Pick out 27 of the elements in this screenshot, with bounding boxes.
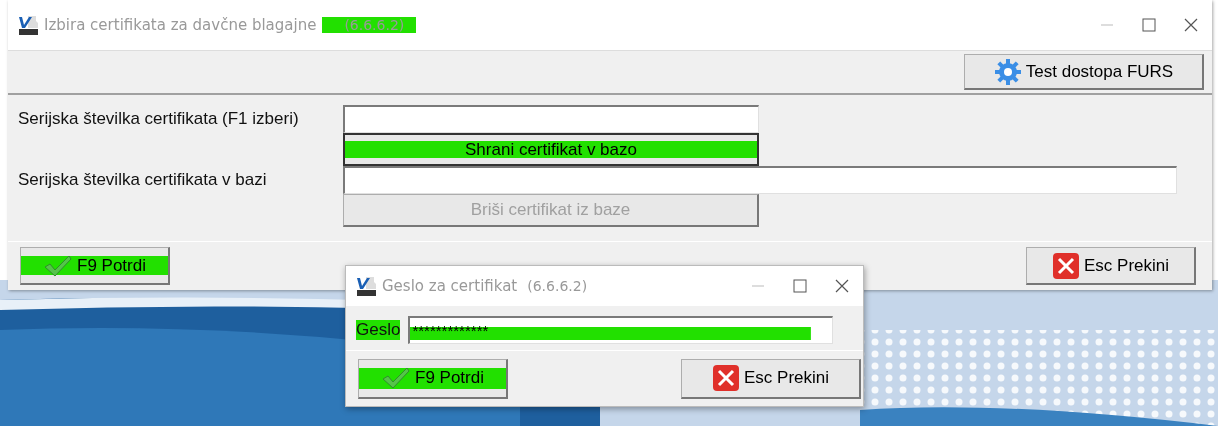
version-label: (6.6.6.2)	[322, 17, 417, 33]
confirm-button[interactable]: F9 Potrdi	[358, 358, 508, 399]
confirm-button[interactable]: F9 Potrdi	[20, 247, 170, 285]
cancel-icon	[1052, 251, 1080, 280]
password-label: Geslo	[356, 320, 401, 340]
cancel-icon	[712, 364, 740, 392]
input-field[interactable]	[343, 166, 1177, 194]
window-title: Izbira certifikata za davčne blagajne	[44, 16, 317, 34]
maximize-button[interactable]	[1142, 18, 1156, 32]
password-field[interactable]: *************	[408, 316, 833, 344]
maximize-button[interactable]	[793, 279, 807, 293]
close-button[interactable]	[835, 279, 849, 293]
app-logo-icon	[18, 15, 38, 35]
input-field[interactable]	[343, 105, 759, 133]
cancel-button[interactable]: Esc Prekini	[1026, 247, 1196, 285]
field-label: Serijska številka certifikata (F1 izberi)	[18, 109, 300, 129]
check-icon	[381, 366, 411, 390]
check-icon	[43, 253, 73, 278]
save-button[interactable]: Shrani certifikat v bazo	[343, 133, 759, 166]
dialog-title: Geslo za certifikat	[382, 277, 518, 295]
test-button[interactable]: Test dostopa FURS	[964, 54, 1204, 90]
field-label: Serijska številka certifikata v bazi	[18, 170, 268, 190]
cancel-button[interactable]: Esc Prekini	[681, 358, 861, 399]
app-logo-icon	[356, 276, 376, 296]
close-button[interactable]	[1184, 18, 1198, 32]
version-label: (6.6.6.2)	[526, 278, 589, 294]
gear-icon	[993, 57, 1022, 86]
